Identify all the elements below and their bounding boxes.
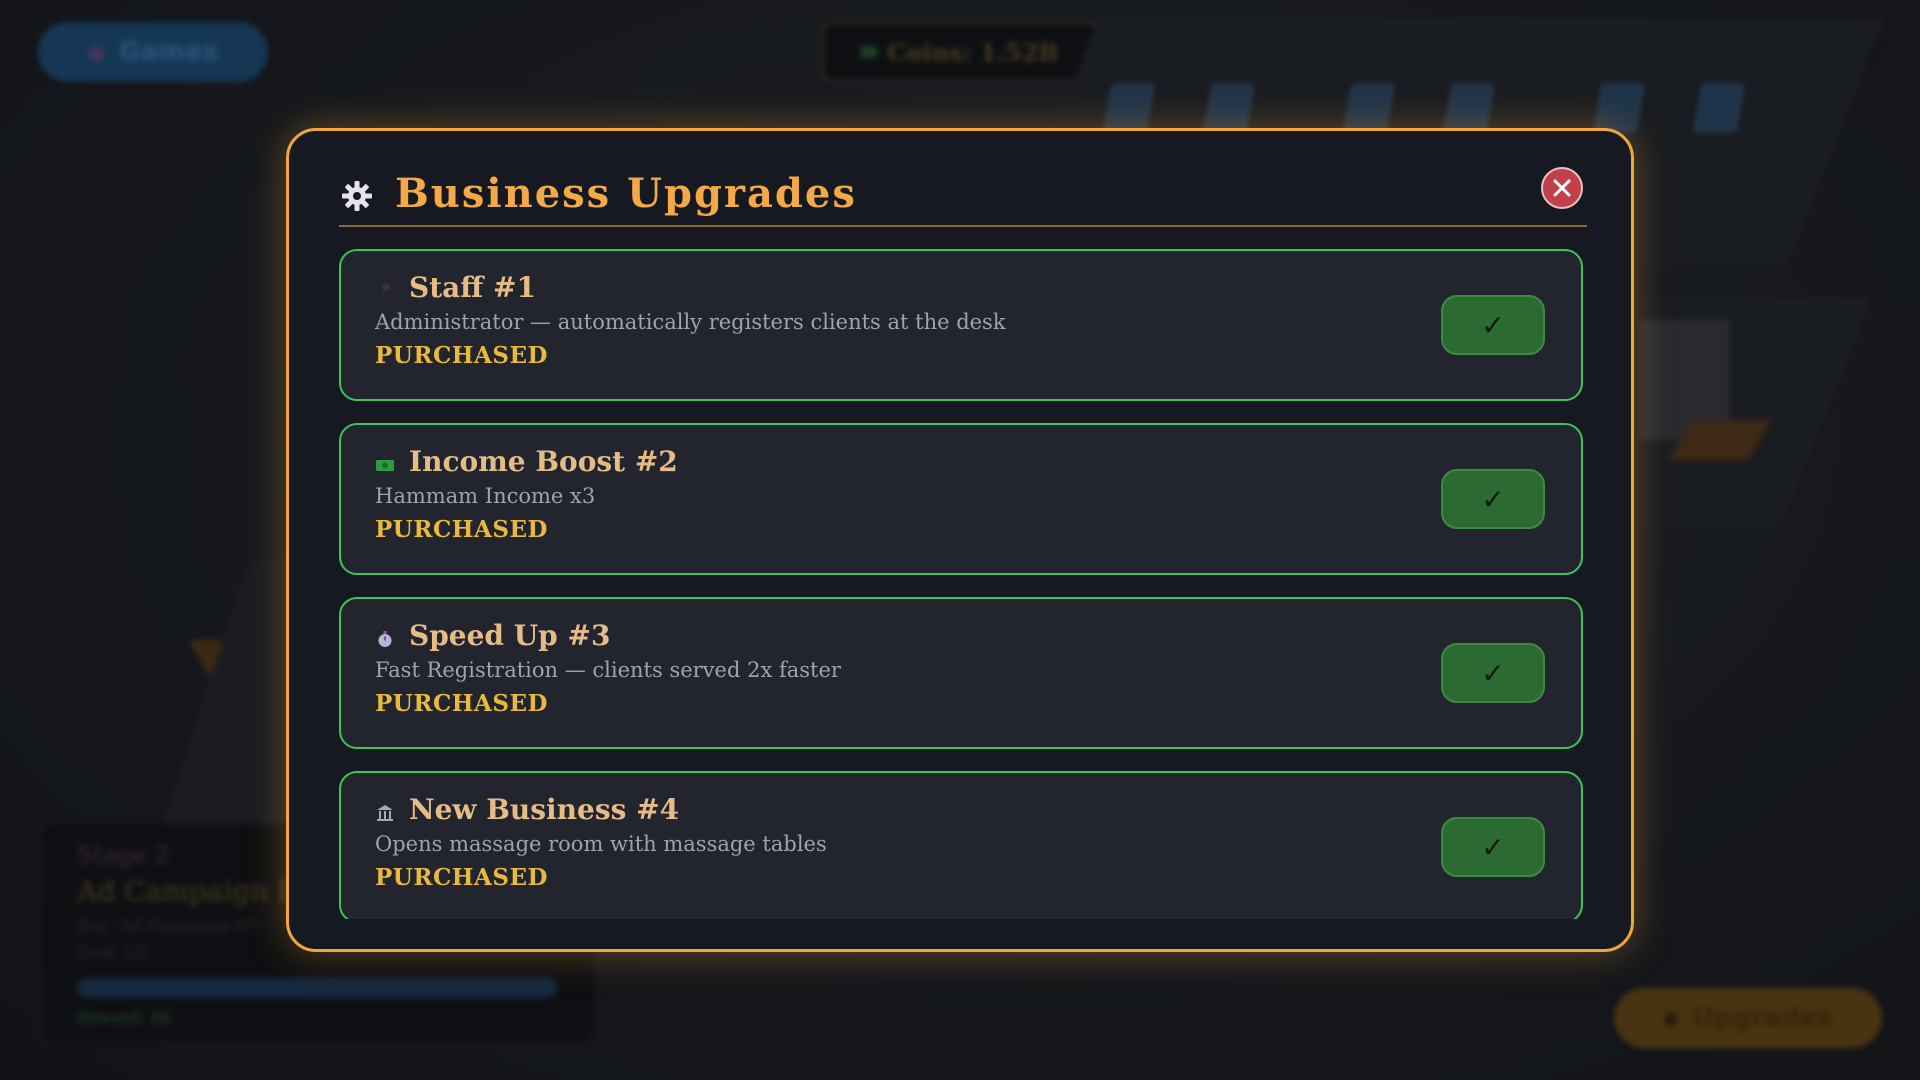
upgrade-card: Income Boost #2 Hammam Income x3 PURCHAS… bbox=[339, 423, 1583, 575]
purchased-check-button[interactable]: ✓ bbox=[1441, 817, 1545, 877]
person-icon bbox=[379, 282, 390, 300]
checkmark-icon: ✓ bbox=[1481, 308, 1505, 342]
upgrade-card: Staff #1 Administrator — automatically r… bbox=[339, 249, 1583, 401]
upgrade-description: Hammam Income x3 bbox=[375, 484, 596, 508]
upgrade-card: New Business #4 Opens massage room with … bbox=[339, 771, 1583, 919]
modal-header: Business Upgrades bbox=[339, 161, 1587, 227]
close-icon bbox=[1553, 179, 1571, 197]
upgrade-description: Opens massage room with massage tables bbox=[375, 832, 827, 856]
money-icon bbox=[376, 459, 394, 471]
building-icon bbox=[377, 804, 393, 821]
checkmark-icon: ✓ bbox=[1481, 656, 1505, 690]
upgrade-status: PURCHASED bbox=[375, 516, 548, 543]
gear-icon bbox=[342, 181, 372, 211]
stopwatch-icon bbox=[378, 630, 392, 647]
upgrade-title: New Business #4 bbox=[409, 793, 680, 826]
checkmark-icon: ✓ bbox=[1481, 830, 1505, 864]
purchased-check-button[interactable]: ✓ bbox=[1441, 295, 1545, 355]
modal-title: Business Upgrades bbox=[395, 169, 857, 217]
upgrade-title: Income Boost #2 bbox=[409, 445, 678, 478]
checkmark-icon: ✓ bbox=[1481, 482, 1505, 516]
purchased-check-button[interactable]: ✓ bbox=[1441, 469, 1545, 529]
upgrade-description: Fast Registration — clients served 2x fa… bbox=[375, 658, 841, 682]
upgrade-card: Speed Up #3 Fast Registration — clients … bbox=[339, 597, 1583, 749]
upgrade-status: PURCHASED bbox=[375, 342, 548, 369]
upgrade-title: Speed Up #3 bbox=[409, 619, 611, 652]
upgrade-description: Administrator — automatically registers … bbox=[375, 310, 1006, 334]
upgrade-status: PURCHASED bbox=[375, 864, 548, 891]
upgrade-status: PURCHASED bbox=[375, 690, 548, 717]
upgrade-list[interactable]: Staff #1 Administrator — automatically r… bbox=[339, 249, 1583, 919]
upgrade-title: Staff #1 bbox=[409, 271, 536, 304]
business-upgrades-modal: Business Upgrades Staff #1 Administrator… bbox=[286, 128, 1634, 952]
close-button[interactable] bbox=[1541, 167, 1583, 209]
purchased-check-button[interactable]: ✓ bbox=[1441, 643, 1545, 703]
